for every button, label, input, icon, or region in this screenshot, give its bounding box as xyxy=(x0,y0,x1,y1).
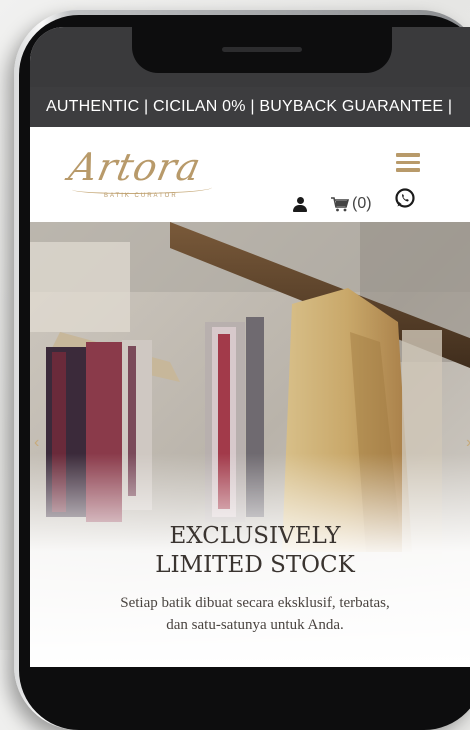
cart-button[interactable]: (0) xyxy=(330,193,372,215)
brand-logo[interactable]: Artora BATIK CURATOR xyxy=(65,145,220,205)
user-icon[interactable] xyxy=(293,197,307,213)
carousel-next-button[interactable]: › xyxy=(466,434,470,452)
hamburger-icon[interactable] xyxy=(396,153,420,172)
hero-banner: ‹ › EXCLUSIVELY LIMITED STOCK Setiap bat… xyxy=(30,222,470,667)
logo-tagline: BATIK CURATOR xyxy=(104,193,178,199)
announcement-ticker: AUTHENTIC | CICILAN 0% | BUYBACK GUARANT… xyxy=(30,87,470,127)
site-header: Artora BATIK CURATOR (0) xyxy=(30,127,470,222)
hero-subtitle-line2: dan satu-satunya untuk Anda. xyxy=(166,617,344,633)
phone-screen: AUTHENTIC | CICILAN 0% | BUYBACK GUARANT… xyxy=(30,27,470,667)
cart-icon xyxy=(331,197,350,212)
hero-subtitle-line1: Setiap batik dibuat secara eksklusif, te… xyxy=(120,595,390,611)
hero-title-line2: LIMITED STOCK xyxy=(155,552,355,578)
hero-title: EXCLUSIVELY LIMITED STOCK xyxy=(30,522,470,580)
logo-wordmark: Artora xyxy=(65,145,206,189)
phone-notch xyxy=(132,27,392,73)
whatsapp-icon[interactable] xyxy=(394,187,416,209)
cart-count: (0) xyxy=(352,195,372,212)
speaker-grille xyxy=(222,47,302,52)
hero-subtitle: Setiap batik dibuat secara eksklusif, te… xyxy=(60,592,450,636)
carousel-prev-button[interactable]: ‹ xyxy=(34,434,39,452)
status-bar xyxy=(30,27,470,87)
hero-title-line1: EXCLUSIVELY xyxy=(169,523,341,549)
